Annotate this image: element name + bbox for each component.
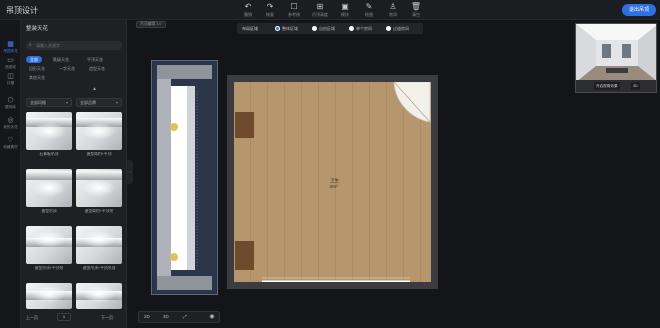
- view-3d-select[interactable]: 3D: [163, 314, 169, 319]
- eye-icon[interactable]: ◉: [206, 312, 218, 322]
- trash-icon: 🗑: [410, 2, 422, 11]
- floor-plan[interactable]: 卫生 9m²: [227, 75, 438, 289]
- region-option-free[interactable]: 自由区域: [312, 26, 335, 32]
- room-button[interactable]: ♙ 房间: [381, 2, 405, 20]
- product-card[interactable]: 造型简约+平顶吊: [76, 169, 122, 216]
- draw-button[interactable]: ✎ 绘图: [357, 2, 381, 20]
- preview-mode-select[interactable]: 3D: [631, 82, 640, 90]
- ceiling-icon: ▦: [7, 41, 14, 48]
- undo-button[interactable]: ↶ 撤销: [236, 2, 260, 20]
- product-card[interactable]: [76, 283, 122, 309]
- region-option-hallway[interactable]: 过道房间: [386, 26, 409, 32]
- search-icon: ⌕: [29, 42, 32, 48]
- search-input[interactable]: [36, 42, 116, 49]
- category-straight[interactable]: 一字天花: [59, 65, 75, 72]
- chevron-down-icon: ▾: [115, 100, 118, 105]
- guide-button[interactable]: ☐ 参考线: [282, 2, 306, 20]
- product-thumbnail: [76, 226, 122, 264]
- guide-icon: ☐: [290, 2, 298, 11]
- catalog-panel: 整装天花 ⌕ 全部 跌级天花 平顶天花 回形天花 一字天花 造型天花 其他天花 …: [21, 20, 127, 328]
- product-thumbnail: [26, 169, 72, 207]
- pencil-icon: ✎: [365, 2, 373, 11]
- product-card[interactable]: 石膏板吊顶: [26, 112, 72, 159]
- module-lib-icon: ⬡: [7, 97, 14, 104]
- category-shaped[interactable]: 造型天花: [89, 65, 105, 72]
- category-flat[interactable]: 平顶天花: [87, 56, 103, 63]
- module-button[interactable]: ▣ 模块: [333, 2, 357, 20]
- floor-wood: 卫生 9m²: [234, 82, 431, 282]
- style-filter-select[interactable]: 全部风格 ▾: [26, 98, 72, 107]
- 3d-preview-window[interactable]: 开启视角效果 3D: [575, 23, 657, 93]
- region-option-single-room[interactable]: 单个房间: [349, 26, 372, 32]
- exit-ceiling-button[interactable]: 退出吊顶: [622, 4, 656, 16]
- product-thumbnail: [76, 169, 122, 207]
- category-other[interactable]: 其他天花: [29, 74, 45, 81]
- redo-icon: ↷: [266, 2, 274, 11]
- product-card[interactable]: 造型吊顶+平顶吊: [26, 226, 72, 273]
- lightslot-icon: ◫: [7, 73, 14, 80]
- rail-item-lightslot[interactable]: ◫ 灯槽: [0, 72, 21, 86]
- category-loop[interactable]: 回形天花: [29, 65, 45, 72]
- page-number-input[interactable]: 1: [57, 313, 71, 321]
- product-thumbnail: [76, 283, 122, 309]
- molding-icon: ▭: [7, 57, 14, 64]
- ceiling-height-button[interactable]: ⊞ 吊顶高度: [308, 2, 332, 20]
- rail-item-molding[interactable]: ▭ 造型线: [0, 56, 21, 70]
- view-2d-button[interactable]: 2D: [144, 314, 150, 319]
- room-area-label: 9m²: [330, 184, 338, 189]
- height-icon: ⊞: [316, 2, 324, 11]
- pagination: 上一页 1 下一页: [21, 310, 127, 328]
- user-icon: ♙: [389, 2, 397, 11]
- rail-item-favorites[interactable]: ♡ 收藏素材: [0, 136, 21, 150]
- layout-region-bar: 布局区域 整体区域 自由区域 单个房间 过道房间: [237, 23, 423, 34]
- product-thumbnail: [26, 112, 72, 150]
- category-all[interactable]: 全部: [26, 56, 42, 63]
- wall-elevation-view[interactable]: [151, 60, 218, 295]
- product-card[interactable]: 造型简约+平顶: [76, 112, 122, 159]
- favorites-icon: ♡: [7, 137, 14, 144]
- fit-view-icon[interactable]: ⤢: [183, 314, 187, 319]
- search-box: ⌕: [26, 41, 122, 50]
- module-icon: ▣: [341, 2, 349, 11]
- product-thumbnail: [76, 112, 122, 150]
- brand-filter-select[interactable]: 全部品牌 ▾: [76, 98, 122, 107]
- clear-button[interactable]: 🗑 清空: [404, 2, 428, 20]
- rail-item-ceiling[interactable]: ▦ 吊顶天花: [0, 40, 21, 54]
- rail-item-module-lib[interactable]: ⬡ 模块库: [0, 96, 21, 110]
- redo-button[interactable]: ↷ 恢复: [258, 2, 282, 20]
- product-card[interactable]: 造型吊顶+平顶吊顶: [76, 226, 122, 273]
- panel-title: 整装天花: [26, 26, 49, 32]
- region-option-whole[interactable]: 整体区域: [275, 26, 298, 32]
- top-toolbar: 吊顶设计 ↶ 撤销 ↷ 恢复 ☐ 参考线 ⊞ 吊顶高度 ▣ 模块 ✎ 绘图 ♙ …: [0, 0, 660, 20]
- chevron-down-icon: ▾: [65, 100, 68, 105]
- view-effect-button[interactable]: 开启视角效果: [594, 82, 620, 90]
- room-3d-preview: [576, 24, 656, 82]
- product-thumbnail: [26, 226, 72, 264]
- product-thumbnail: [26, 283, 72, 309]
- left-rail: ▦ 吊顶天花 ▭ 造型线 ◫ 灯槽 ⬡ 模块库 ◎ 我的天花 ♡ 收藏素材: [0, 20, 21, 328]
- my-ceiling-icon: ◎: [7, 117, 14, 124]
- product-card[interactable]: 造型吊顶: [26, 169, 72, 216]
- rail-item-my-ceiling[interactable]: ◎ 我的天花: [0, 116, 21, 130]
- elevation-drawing: [153, 62, 216, 293]
- product-card[interactable]: [26, 283, 72, 309]
- undo-icon: ↶: [244, 2, 252, 11]
- design-canvas[interactable]: 吊顶编辑 3.0 布局区域 整体区域 自由区域 单个房间 过道房间 开启视角效果…: [133, 20, 660, 328]
- next-page-link[interactable]: 下一页: [101, 315, 113, 321]
- prev-page-link[interactable]: 上一页: [26, 315, 38, 321]
- canvas-hint-badge: 吊顶编辑 3.0: [136, 21, 166, 28]
- chevron-up-icon[interactable]: ▲: [92, 86, 97, 92]
- category-drop[interactable]: 跌级天花: [53, 56, 69, 63]
- app-title: 吊顶设计: [6, 6, 38, 15]
